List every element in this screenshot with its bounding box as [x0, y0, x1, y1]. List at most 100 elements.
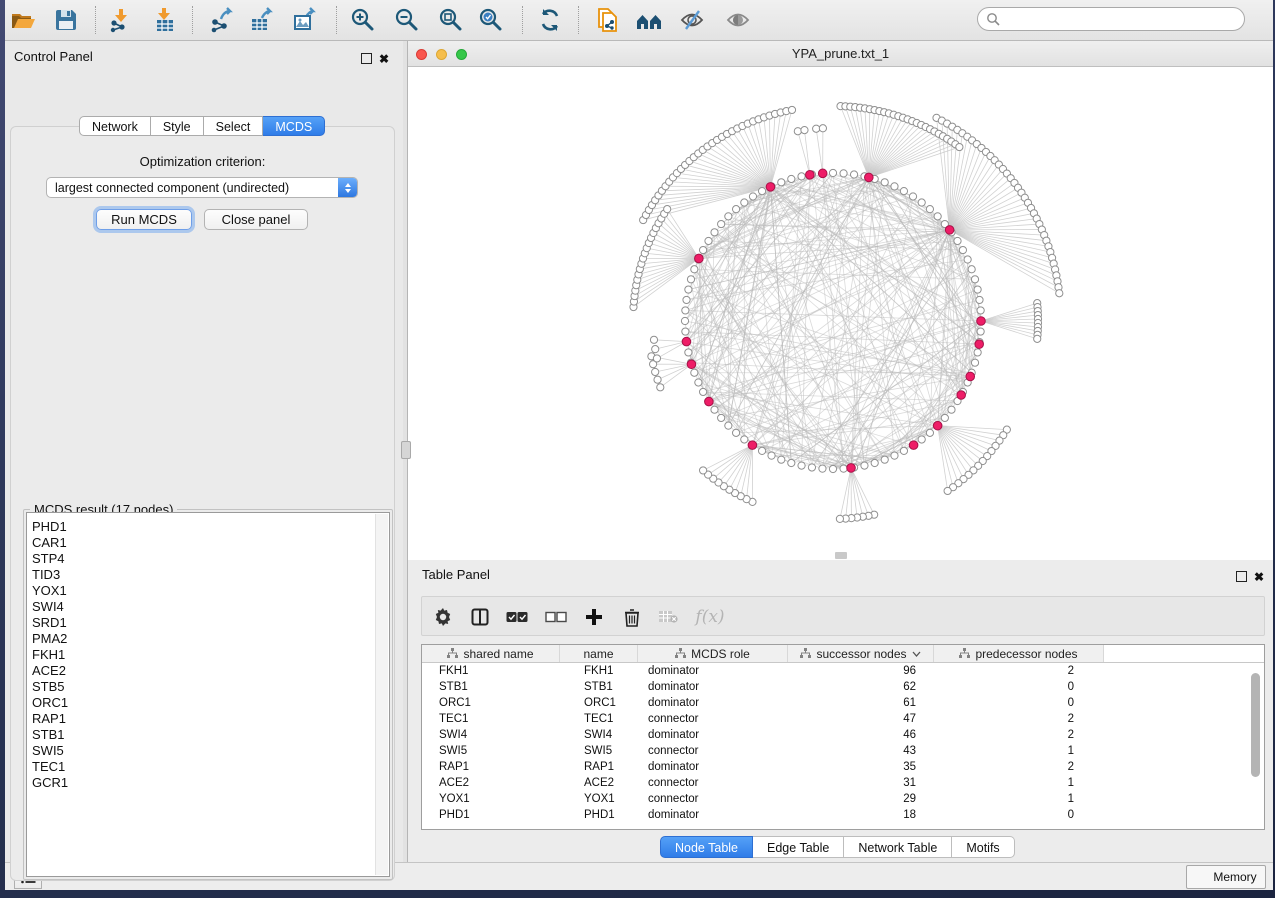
- open-file-button[interactable]: [8, 5, 38, 35]
- graph-node[interactable]: [881, 179, 888, 186]
- zoom-out-button[interactable]: [392, 5, 422, 35]
- table-row[interactable]: FKH1FKH1dominator962: [422, 663, 1264, 679]
- graph-node[interactable]: [891, 183, 898, 190]
- graph-node[interactable]: [829, 465, 836, 472]
- graph-node[interactable]: [758, 188, 765, 195]
- graph-node[interactable]: [974, 349, 981, 356]
- graph-node[interactable]: [934, 213, 941, 220]
- graph-node[interactable]: [718, 220, 725, 227]
- graph-node[interactable]: [711, 229, 718, 236]
- network-window-titlebar[interactable]: YPA_prune.txt_1: [408, 41, 1273, 67]
- panel-splitter-handle[interactable]: [401, 441, 411, 459]
- mcds-result-item[interactable]: YOX1: [32, 583, 389, 599]
- graph-hub-node[interactable]: [748, 441, 757, 450]
- table-row[interactable]: SWI4SWI4dominator462: [422, 727, 1264, 743]
- graph-node[interactable]: [971, 276, 978, 283]
- tab-select[interactable]: Select: [204, 116, 264, 136]
- graph-hub-node[interactable]: [847, 464, 856, 473]
- tab-network-table[interactable]: Network Table: [844, 836, 952, 858]
- graph-node[interactable]: [974, 286, 981, 293]
- table-settings-button[interactable]: [427, 601, 459, 633]
- graph-hub-node[interactable]: [806, 171, 815, 180]
- hide-graphics-details-button[interactable]: [677, 5, 707, 35]
- graph-leaf-node[interactable]: [654, 376, 661, 383]
- graph-leaf-node[interactable]: [1056, 290, 1063, 297]
- graph-node[interactable]: [700, 388, 707, 395]
- column-header-predecessor-nodes[interactable]: predecessor nodes: [934, 645, 1104, 662]
- column-header-name[interactable]: name: [560, 645, 638, 662]
- close-panel-button[interactable]: Close panel: [204, 209, 308, 230]
- tab-edge-table[interactable]: Edge Table: [753, 836, 844, 858]
- destroy-table-button[interactable]: [652, 601, 684, 633]
- graph-node[interactable]: [808, 464, 815, 471]
- graph-node[interactable]: [840, 170, 847, 177]
- graph-leaf-node[interactable]: [944, 487, 951, 494]
- function-builder-button[interactable]: f(x): [690, 601, 730, 633]
- graph-hub-node[interactable]: [975, 340, 984, 349]
- graph-leaf-node[interactable]: [652, 368, 659, 375]
- graph-leaf-node[interactable]: [836, 515, 843, 522]
- graph-leaf-node[interactable]: [801, 127, 808, 134]
- graph-node[interactable]: [798, 462, 805, 469]
- graph-node[interactable]: [749, 193, 756, 200]
- mcds-result-item[interactable]: STP4: [32, 551, 389, 567]
- graph-node[interactable]: [971, 359, 978, 366]
- table-row[interactable]: YOX1YOX1connector291: [422, 791, 1264, 807]
- graph-node[interactable]: [695, 379, 702, 386]
- network-table-splitter-handle[interactable]: [835, 552, 847, 559]
- graph-node[interactable]: [850, 171, 857, 178]
- graph-node[interactable]: [861, 462, 868, 469]
- zoom-fit-button[interactable]: [436, 5, 466, 35]
- graph-hub-node[interactable]: [682, 337, 691, 346]
- graph-node[interactable]: [964, 256, 971, 263]
- graph-node[interactable]: [683, 296, 690, 303]
- mcds-result-item[interactable]: SRD1: [32, 615, 389, 631]
- graph-hub-node[interactable]: [695, 254, 704, 263]
- graph-node[interactable]: [741, 199, 748, 206]
- graph-node[interactable]: [732, 429, 739, 436]
- search-input[interactable]: [1000, 11, 1224, 27]
- graph-node[interactable]: [900, 188, 907, 195]
- graph-node[interactable]: [691, 369, 698, 376]
- graph-node[interactable]: [891, 452, 898, 459]
- column-header-shared-name[interactable]: shared name: [422, 645, 560, 662]
- float-table-panel-icon[interactable]: [1236, 569, 1247, 587]
- graph-node[interactable]: [725, 422, 732, 429]
- tab-node-table[interactable]: Node Table: [660, 836, 753, 858]
- graph-hub-node[interactable]: [687, 360, 696, 369]
- graph-node[interactable]: [758, 447, 765, 454]
- import-table-button[interactable]: [150, 5, 180, 35]
- graph-hub-node[interactable]: [977, 317, 986, 326]
- create-column-button[interactable]: [578, 601, 610, 633]
- table-row[interactable]: ACE2ACE2connector311: [422, 775, 1264, 791]
- graph-hub-node[interactable]: [865, 173, 874, 182]
- column-header-mcds-role[interactable]: MCDS role: [638, 645, 788, 662]
- graph-leaf-node[interactable]: [700, 467, 707, 474]
- graph-node[interactable]: [700, 246, 707, 253]
- graph-leaf-node[interactable]: [956, 143, 963, 150]
- mcds-result-item[interactable]: TID3: [32, 567, 389, 583]
- graph-node[interactable]: [741, 436, 748, 443]
- table-row[interactable]: RAP1RAP1dominator352: [422, 759, 1264, 775]
- result-list-scrollbar[interactable]: [375, 514, 388, 875]
- graph-node[interactable]: [977, 307, 984, 314]
- float-panel-icon[interactable]: [361, 51, 372, 69]
- graph-node[interactable]: [926, 429, 933, 436]
- import-network-button[interactable]: [106, 5, 136, 35]
- delete-column-button[interactable]: [616, 601, 648, 633]
- graph-node[interactable]: [954, 237, 961, 244]
- table-row[interactable]: TEC1TEC1connector472: [422, 711, 1264, 727]
- graph-leaf-node[interactable]: [664, 206, 671, 213]
- close-panel-icon[interactable]: ✖: [379, 50, 389, 68]
- graph-node[interactable]: [725, 213, 732, 220]
- graph-node[interactable]: [788, 175, 795, 182]
- mcds-result-item[interactable]: ORC1: [32, 695, 389, 711]
- graph-node[interactable]: [918, 199, 925, 206]
- graph-node[interactable]: [711, 406, 718, 413]
- table-row[interactable]: ORC1ORC1dominator610: [422, 695, 1264, 711]
- network-canvas[interactable]: [408, 67, 1273, 560]
- search-box[interactable]: [977, 7, 1245, 31]
- graph-node[interactable]: [798, 173, 805, 180]
- show-graphics-details-button[interactable]: [723, 5, 753, 35]
- graph-node[interactable]: [977, 328, 984, 335]
